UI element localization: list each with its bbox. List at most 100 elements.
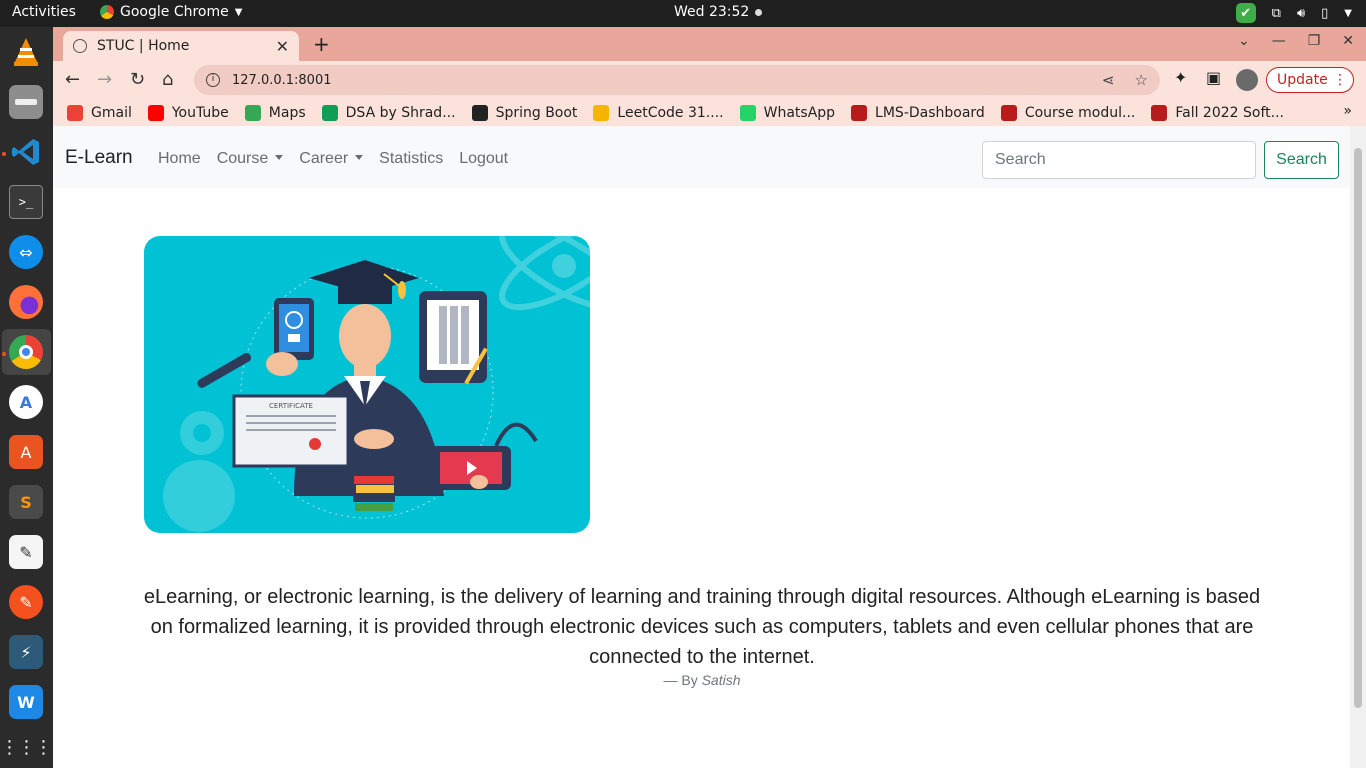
back-icon[interactable]: ← — [65, 69, 80, 90]
file-cabinet-icon[interactable] — [9, 85, 43, 119]
bookmark-label: YouTube — [171, 104, 229, 121]
nav-course-dropdown[interactable]: Course — [217, 150, 284, 168]
quote-text: eLearning, or electronic learning, is th… — [143, 586, 1261, 668]
whatsapp-icon — [739, 104, 756, 121]
page-scrollbar[interactable] — [1350, 126, 1366, 768]
tab-strip: STUC | Home ✕ + ⌄ — ❐ ✕ — [53, 27, 1366, 61]
bookmark-label: WhatsApp — [763, 104, 836, 121]
lms-icon — [851, 104, 868, 121]
browser-window: STUC | Home ✕ + ⌄ — ❐ ✕ ← → ↻ ⌂ i 127.0.… — [53, 27, 1366, 768]
android-studio-icon[interactable]: A — [9, 385, 43, 419]
battery-icon[interactable]: ▯ — [1321, 6, 1328, 21]
teamviewer-icon[interactable]: ⇔ — [9, 235, 43, 269]
mysql-workbench-icon[interactable]: ⚡︎ — [9, 635, 43, 669]
chevron-down-icon[interactable]: ▼ — [1344, 8, 1352, 19]
bookmark-star-icon[interactable]: ☆ — [1135, 71, 1148, 89]
forward-icon[interactable]: → — [97, 69, 112, 90]
close-window-icon[interactable]: ✕ — [1342, 33, 1354, 49]
gmail-icon — [67, 104, 83, 121]
bookmark-label: DSA by Shrad... — [345, 104, 456, 121]
nav-career-dropdown[interactable]: Career — [299, 150, 363, 168]
text-editor-icon[interactable]: ✎ — [9, 535, 43, 569]
network-icon[interactable]: ⧉ — [1272, 6, 1281, 21]
headphones-icon — [494, 422, 538, 447]
bookmark-item[interactable]: YouTube — [147, 104, 229, 121]
nav-home[interactable]: Home — [158, 150, 201, 168]
software-center-icon[interactable]: A — [9, 435, 43, 469]
tab-title: STUC | Home — [97, 38, 190, 54]
bookmark-label: Course modul... — [1024, 104, 1136, 121]
bookmark-item[interactable]: Maps — [244, 104, 306, 121]
side-panel-icon[interactable]: ▣ — [1206, 68, 1221, 87]
bookmark-label: LeetCode 31.... — [617, 104, 724, 121]
site-brand[interactable]: E-Learn — [65, 147, 133, 169]
window-controls: ⌄ — ❐ ✕ — [1238, 33, 1354, 49]
activities-button[interactable]: Activities — [12, 4, 76, 20]
url-text[interactable]: 127.0.0.1:8001 — [232, 73, 332, 88]
bookmarks-overflow-icon[interactable]: » — [1343, 103, 1352, 119]
update-button[interactable]: Update ⋮ — [1266, 67, 1354, 93]
sublime-icon[interactable]: S — [9, 485, 43, 519]
system-top-bar: Activities Google Chrome ▼ Wed 23:52 ✔ ⧉… — [0, 0, 1366, 27]
bookmark-label: Gmail — [91, 104, 132, 121]
update-label: Update — [1277, 72, 1328, 88]
vscode-icon[interactable] — [9, 135, 43, 169]
bookmark-item[interactable]: Fall 2022 Soft... — [1151, 104, 1284, 121]
clock[interactable]: Wed 23:52 — [674, 4, 763, 20]
app-grid-icon[interactable]: ⋮⋮⋮ — [1, 730, 53, 764]
bookmark-item[interactable]: DSA by Shrad... — [321, 104, 456, 121]
chrome-icon — [100, 5, 114, 19]
quote-author: Satish — [701, 672, 741, 688]
maximize-icon[interactable]: ❐ — [1308, 33, 1321, 49]
site-navbar: E-Learn Home Course Career Statistics Lo… — [53, 126, 1350, 188]
bookmark-item[interactable]: Course modul... — [1000, 104, 1136, 121]
nav-logout[interactable]: Logout — [459, 150, 508, 168]
close-icon[interactable]: ✕ — [276, 37, 289, 56]
clock-label: Wed 23:52 — [674, 4, 750, 20]
github-icon — [471, 104, 488, 121]
minimize-icon[interactable]: — — [1272, 33, 1286, 49]
webstorm-icon[interactable]: W — [9, 685, 43, 719]
maps-icon — [244, 104, 261, 121]
firefox-icon[interactable] — [9, 285, 43, 319]
bookmark-label: Spring Boot — [495, 104, 578, 121]
search-button[interactable]: Search — [1264, 141, 1339, 179]
search-input[interactable] — [982, 141, 1256, 179]
page-viewport: E-Learn Home Course Career Statistics Lo… — [53, 126, 1350, 768]
home-icon[interactable]: ⌂ — [162, 69, 173, 90]
bookmark-item[interactable]: Spring Boot — [471, 104, 578, 121]
shield-check-icon[interactable]: ✔ — [1235, 3, 1256, 23]
byline-prefix: — By — [663, 672, 698, 688]
bookmark-item[interactable]: WhatsApp — [739, 104, 836, 121]
address-bar[interactable]: i 127.0.0.1:8001 ⋖ ☆ — [194, 65, 1160, 95]
terminal-icon[interactable]: >_ — [9, 185, 43, 219]
avatar[interactable] — [1236, 69, 1258, 91]
nav-statistics[interactable]: Statistics — [379, 150, 443, 168]
site-nav-links: Home Course Career Statistics Logout — [158, 150, 508, 168]
vlc-icon[interactable] — [9, 35, 43, 69]
tab-search-icon[interactable]: ⌄ — [1238, 33, 1250, 49]
bookmark-item[interactable]: LMS-Dashboard — [851, 104, 985, 121]
scrollbar-thumb[interactable] — [1354, 148, 1362, 708]
site-info-icon[interactable]: i — [206, 73, 220, 87]
reload-icon[interactable]: ↻ — [130, 69, 145, 90]
tab-active[interactable]: STUC | Home ✕ — [63, 31, 299, 61]
pencil-app-icon[interactable]: ✎ — [9, 585, 43, 619]
more-vert-icon: ⋮ — [1333, 72, 1347, 88]
bookmark-item[interactable]: Gmail — [67, 104, 132, 121]
bookmark-label: LMS-Dashboard — [875, 104, 985, 121]
university-icon — [1151, 104, 1168, 121]
new-tab-icon[interactable]: + — [313, 32, 330, 56]
share-icon[interactable]: ⋖ — [1102, 71, 1115, 89]
atom-icon — [499, 236, 590, 311]
volume-icon[interactable]: 🔊︎ — [1297, 6, 1305, 21]
dock: >_ ⇔ A A S ✎ ✎ ⚡︎ W ⋮⋮⋮ — [0, 27, 53, 768]
youtube-icon — [147, 104, 164, 121]
bookmark-label: Maps — [268, 104, 306, 121]
bookmark-item[interactable]: LeetCode 31.... — [593, 104, 724, 121]
pencil-icon — [593, 104, 610, 121]
system-tray[interactable]: ✔ ⧉ 🔊︎ ▯ ▼ — [1235, 3, 1352, 23]
extensions-icon[interactable]: ✦ — [1174, 68, 1187, 87]
app-menu[interactable]: Google Chrome ▼ — [100, 4, 242, 20]
chrome-icon[interactable] — [9, 335, 43, 369]
